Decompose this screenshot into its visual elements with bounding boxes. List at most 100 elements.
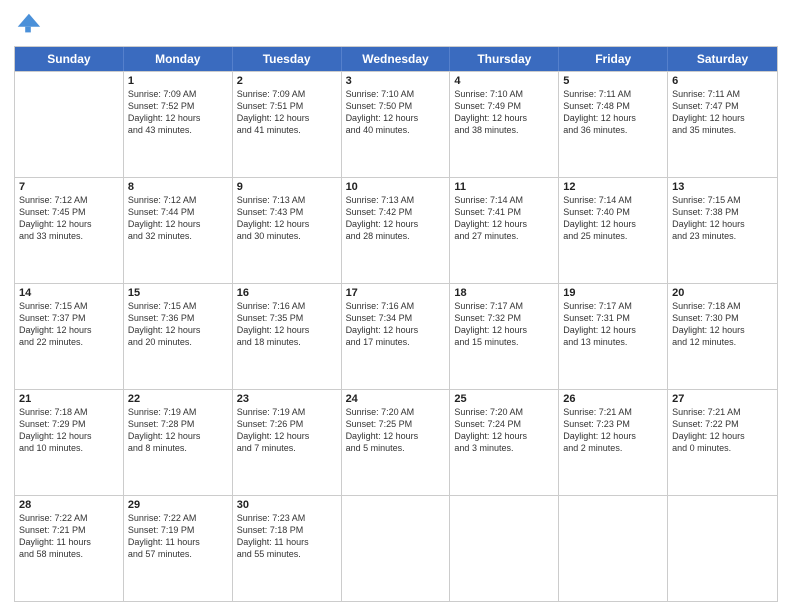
cell-info: Sunrise: 7:20 AM Sunset: 7:24 PM Dayligh… <box>454 406 554 455</box>
cell-info: Sunrise: 7:12 AM Sunset: 7:45 PM Dayligh… <box>19 194 119 243</box>
calendar-cell <box>342 496 451 601</box>
cell-date: 29 <box>128 499 228 511</box>
cell-info: Sunrise: 7:12 AM Sunset: 7:44 PM Dayligh… <box>128 194 228 243</box>
cell-date: 16 <box>237 287 337 299</box>
cell-info: Sunrise: 7:22 AM Sunset: 7:21 PM Dayligh… <box>19 512 119 561</box>
calendar-cell: 23Sunrise: 7:19 AM Sunset: 7:26 PM Dayli… <box>233 390 342 495</box>
cell-info: Sunrise: 7:15 AM Sunset: 7:36 PM Dayligh… <box>128 300 228 349</box>
cell-date: 11 <box>454 181 554 193</box>
cell-date: 12 <box>563 181 663 193</box>
calendar-cell <box>668 496 777 601</box>
calendar-cell: 20Sunrise: 7:18 AM Sunset: 7:30 PM Dayli… <box>668 284 777 389</box>
calendar-cell: 12Sunrise: 7:14 AM Sunset: 7:40 PM Dayli… <box>559 178 668 283</box>
calendar-cell: 28Sunrise: 7:22 AM Sunset: 7:21 PM Dayli… <box>15 496 124 601</box>
cell-date: 25 <box>454 393 554 405</box>
page-container: SundayMondayTuesdayWednesdayThursdayFrid… <box>0 0 792 612</box>
calendar-row: 21Sunrise: 7:18 AM Sunset: 7:29 PM Dayli… <box>15 389 777 495</box>
cell-date: 18 <box>454 287 554 299</box>
cell-date: 24 <box>346 393 446 405</box>
calendar-cell: 10Sunrise: 7:13 AM Sunset: 7:42 PM Dayli… <box>342 178 451 283</box>
weekday-header: Monday <box>124 47 233 71</box>
cell-info: Sunrise: 7:09 AM Sunset: 7:52 PM Dayligh… <box>128 88 228 137</box>
cell-date: 17 <box>346 287 446 299</box>
cell-date: 30 <box>237 499 337 511</box>
cell-date: 1 <box>128 75 228 87</box>
calendar-cell <box>15 72 124 177</box>
calendar-cell: 4Sunrise: 7:10 AM Sunset: 7:49 PM Daylig… <box>450 72 559 177</box>
calendar-header: SundayMondayTuesdayWednesdayThursdayFrid… <box>15 47 777 71</box>
calendar-cell: 16Sunrise: 7:16 AM Sunset: 7:35 PM Dayli… <box>233 284 342 389</box>
cell-info: Sunrise: 7:17 AM Sunset: 7:32 PM Dayligh… <box>454 300 554 349</box>
cell-date: 8 <box>128 181 228 193</box>
calendar-cell: 18Sunrise: 7:17 AM Sunset: 7:32 PM Dayli… <box>450 284 559 389</box>
cell-date: 2 <box>237 75 337 87</box>
cell-date: 22 <box>128 393 228 405</box>
cell-date: 7 <box>19 181 119 193</box>
calendar: SundayMondayTuesdayWednesdayThursdayFrid… <box>14 46 778 602</box>
calendar-cell: 29Sunrise: 7:22 AM Sunset: 7:19 PM Dayli… <box>124 496 233 601</box>
calendar-cell: 15Sunrise: 7:15 AM Sunset: 7:36 PM Dayli… <box>124 284 233 389</box>
calendar-row: 14Sunrise: 7:15 AM Sunset: 7:37 PM Dayli… <box>15 283 777 389</box>
weekday-header: Tuesday <box>233 47 342 71</box>
calendar-cell: 7Sunrise: 7:12 AM Sunset: 7:45 PM Daylig… <box>15 178 124 283</box>
calendar-body: 1Sunrise: 7:09 AM Sunset: 7:52 PM Daylig… <box>15 71 777 601</box>
cell-date: 6 <box>672 75 773 87</box>
cell-info: Sunrise: 7:11 AM Sunset: 7:47 PM Dayligh… <box>672 88 773 137</box>
cell-date: 13 <box>672 181 773 193</box>
cell-date: 19 <box>563 287 663 299</box>
cell-info: Sunrise: 7:10 AM Sunset: 7:50 PM Dayligh… <box>346 88 446 137</box>
cell-info: Sunrise: 7:21 AM Sunset: 7:23 PM Dayligh… <box>563 406 663 455</box>
cell-info: Sunrise: 7:16 AM Sunset: 7:34 PM Dayligh… <box>346 300 446 349</box>
cell-date: 3 <box>346 75 446 87</box>
cell-date: 15 <box>128 287 228 299</box>
cell-info: Sunrise: 7:10 AM Sunset: 7:49 PM Dayligh… <box>454 88 554 137</box>
weekday-header: Saturday <box>668 47 777 71</box>
cell-date: 9 <box>237 181 337 193</box>
cell-date: 27 <box>672 393 773 405</box>
cell-date: 14 <box>19 287 119 299</box>
calendar-cell: 14Sunrise: 7:15 AM Sunset: 7:37 PM Dayli… <box>15 284 124 389</box>
cell-date: 21 <box>19 393 119 405</box>
calendar-cell: 21Sunrise: 7:18 AM Sunset: 7:29 PM Dayli… <box>15 390 124 495</box>
calendar-cell: 27Sunrise: 7:21 AM Sunset: 7:22 PM Dayli… <box>668 390 777 495</box>
calendar-cell: 5Sunrise: 7:11 AM Sunset: 7:48 PM Daylig… <box>559 72 668 177</box>
calendar-cell: 24Sunrise: 7:20 AM Sunset: 7:25 PM Dayli… <box>342 390 451 495</box>
calendar-row: 7Sunrise: 7:12 AM Sunset: 7:45 PM Daylig… <box>15 177 777 283</box>
cell-info: Sunrise: 7:09 AM Sunset: 7:51 PM Dayligh… <box>237 88 337 137</box>
calendar-cell: 17Sunrise: 7:16 AM Sunset: 7:34 PM Dayli… <box>342 284 451 389</box>
cell-info: Sunrise: 7:21 AM Sunset: 7:22 PM Dayligh… <box>672 406 773 455</box>
calendar-cell: 11Sunrise: 7:14 AM Sunset: 7:41 PM Dayli… <box>450 178 559 283</box>
cell-info: Sunrise: 7:22 AM Sunset: 7:19 PM Dayligh… <box>128 512 228 561</box>
calendar-cell: 26Sunrise: 7:21 AM Sunset: 7:23 PM Dayli… <box>559 390 668 495</box>
cell-info: Sunrise: 7:19 AM Sunset: 7:28 PM Dayligh… <box>128 406 228 455</box>
calendar-cell: 3Sunrise: 7:10 AM Sunset: 7:50 PM Daylig… <box>342 72 451 177</box>
logo <box>14 10 46 38</box>
cell-date: 20 <box>672 287 773 299</box>
calendar-row: 28Sunrise: 7:22 AM Sunset: 7:21 PM Dayli… <box>15 495 777 601</box>
cell-info: Sunrise: 7:17 AM Sunset: 7:31 PM Dayligh… <box>563 300 663 349</box>
calendar-cell: 1Sunrise: 7:09 AM Sunset: 7:52 PM Daylig… <box>124 72 233 177</box>
page-header <box>14 10 778 38</box>
calendar-cell <box>450 496 559 601</box>
cell-date: 10 <box>346 181 446 193</box>
cell-info: Sunrise: 7:18 AM Sunset: 7:29 PM Dayligh… <box>19 406 119 455</box>
cell-info: Sunrise: 7:14 AM Sunset: 7:41 PM Dayligh… <box>454 194 554 243</box>
weekday-header: Friday <box>559 47 668 71</box>
calendar-cell: 22Sunrise: 7:19 AM Sunset: 7:28 PM Dayli… <box>124 390 233 495</box>
calendar-row: 1Sunrise: 7:09 AM Sunset: 7:52 PM Daylig… <box>15 71 777 177</box>
cell-date: 26 <box>563 393 663 405</box>
logo-icon <box>14 10 42 38</box>
cell-date: 28 <box>19 499 119 511</box>
calendar-cell: 2Sunrise: 7:09 AM Sunset: 7:51 PM Daylig… <box>233 72 342 177</box>
calendar-cell: 9Sunrise: 7:13 AM Sunset: 7:43 PM Daylig… <box>233 178 342 283</box>
cell-info: Sunrise: 7:14 AM Sunset: 7:40 PM Dayligh… <box>563 194 663 243</box>
calendar-cell: 6Sunrise: 7:11 AM Sunset: 7:47 PM Daylig… <box>668 72 777 177</box>
cell-info: Sunrise: 7:15 AM Sunset: 7:38 PM Dayligh… <box>672 194 773 243</box>
cell-date: 23 <box>237 393 337 405</box>
cell-info: Sunrise: 7:18 AM Sunset: 7:30 PM Dayligh… <box>672 300 773 349</box>
calendar-cell: 8Sunrise: 7:12 AM Sunset: 7:44 PM Daylig… <box>124 178 233 283</box>
calendar-cell: 13Sunrise: 7:15 AM Sunset: 7:38 PM Dayli… <box>668 178 777 283</box>
cell-info: Sunrise: 7:11 AM Sunset: 7:48 PM Dayligh… <box>563 88 663 137</box>
calendar-cell: 19Sunrise: 7:17 AM Sunset: 7:31 PM Dayli… <box>559 284 668 389</box>
cell-date: 4 <box>454 75 554 87</box>
